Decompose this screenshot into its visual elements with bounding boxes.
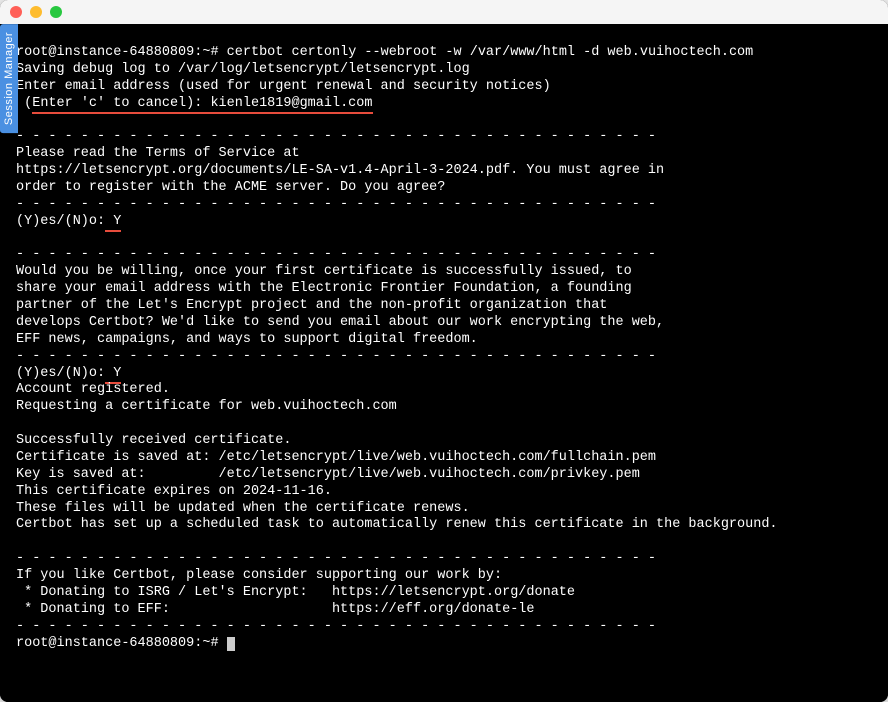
yesno-line-1: (Y)es/(N)o: Y	[16, 214, 121, 232]
titlebar	[0, 0, 888, 24]
prompt-hash: #	[210, 636, 218, 651]
output-line: develops Certbot? We'd like to send you …	[16, 315, 664, 330]
output-line: If you like Certbot, please consider sup…	[16, 568, 502, 583]
output-line: Successfully received certificate.	[16, 433, 291, 448]
divider-dashes: - - - - - - - - - - - - - - - - - - - - …	[16, 247, 656, 262]
divider-dashes: - - - - - - - - - - - - - - - - - - - - …	[16, 197, 656, 212]
minimize-icon[interactable]	[30, 6, 42, 18]
yesno-label: (Y)es/(N)o:	[16, 214, 105, 229]
output-line: Certbot has set up a scheduled task to a…	[16, 517, 778, 532]
output-line: Key is saved at: /etc/letsencrypt/live/w…	[16, 467, 640, 482]
close-icon[interactable]	[10, 6, 22, 18]
output-line: This certificate expires on 2024-11-16.	[16, 484, 332, 499]
output-line: Enter email address (used for urgent ren…	[16, 79, 551, 94]
output-line: Requesting a certificate for web.vuihoct…	[16, 399, 397, 414]
output-line: share your email address with the Electr…	[16, 281, 632, 296]
cursor-icon	[227, 637, 235, 651]
prompt-line-1: root@instance-64880809:~# certbot certon…	[16, 45, 753, 60]
prompt-line-2: root@instance-64880809:~#	[16, 636, 235, 651]
email-entry-line: (Enter 'c' to cancel): kienle1819@gmail.…	[16, 96, 373, 114]
yesno-label: (Y)es/(N)o:	[16, 366, 105, 381]
yesno-answer: Y	[105, 366, 121, 384]
session-manager-tab[interactable]: Session Manager	[0, 24, 18, 133]
yesno-answer: Y	[105, 214, 121, 232]
prompt-user: root@instance-64880809	[16, 636, 194, 651]
divider-dashes: - - - - - - - - - - - - - - - - - - - - …	[16, 349, 656, 364]
blank-line	[16, 231, 24, 246]
output-line: Would you be willing, once your first ce…	[16, 264, 632, 279]
yesno-line-2: (Y)es/(N)o: Y	[16, 366, 121, 384]
blank-line	[16, 534, 24, 549]
output-line: partner of the Let's Encrypt project and…	[16, 298, 607, 313]
prompt-user: root@instance-64880809	[16, 45, 194, 60]
output-line: Account registered.	[16, 382, 170, 397]
email-value: kienle1819@gmail.com	[202, 96, 372, 114]
output-line: * Donating to EFF: https://eff.org/donat…	[16, 602, 535, 617]
zoom-icon[interactable]	[50, 6, 62, 18]
output-line: https://letsencrypt.org/documents/LE-SA-…	[16, 163, 664, 178]
prompt-hash: #	[210, 45, 218, 60]
cancel-hint: Enter 'c' to cancel):	[32, 96, 202, 114]
terminal-output[interactable]: root@instance-64880809:~# certbot certon…	[0, 24, 888, 702]
output-line: Please read the Terms of Service at	[16, 146, 300, 161]
output-line: EFF news, campaigns, and ways to support…	[16, 332, 478, 347]
output-line: Saving debug log to /var/log/letsencrypt…	[16, 62, 470, 77]
divider-dashes: - - - - - - - - - - - - - - - - - - - - …	[16, 619, 656, 634]
divider-dashes: - - - - - - - - - - - - - - - - - - - - …	[16, 129, 656, 144]
output-line: Certificate is saved at: /etc/letsencryp…	[16, 450, 656, 465]
output-line: * Donating to ISRG / Let's Encrypt: http…	[16, 585, 575, 600]
blank-line	[16, 416, 24, 431]
divider-dashes: - - - - - - - - - - - - - - - - - - - - …	[16, 551, 656, 566]
paren-space: (	[16, 96, 32, 111]
output-line: order to register with the ACME server. …	[16, 180, 445, 195]
terminal-window: Session Manager root@instance-64880809:~…	[0, 0, 888, 702]
command-text: certbot certonly --webroot -w /var/www/h…	[227, 45, 754, 60]
output-line: These files will be updated when the cer…	[16, 501, 470, 516]
